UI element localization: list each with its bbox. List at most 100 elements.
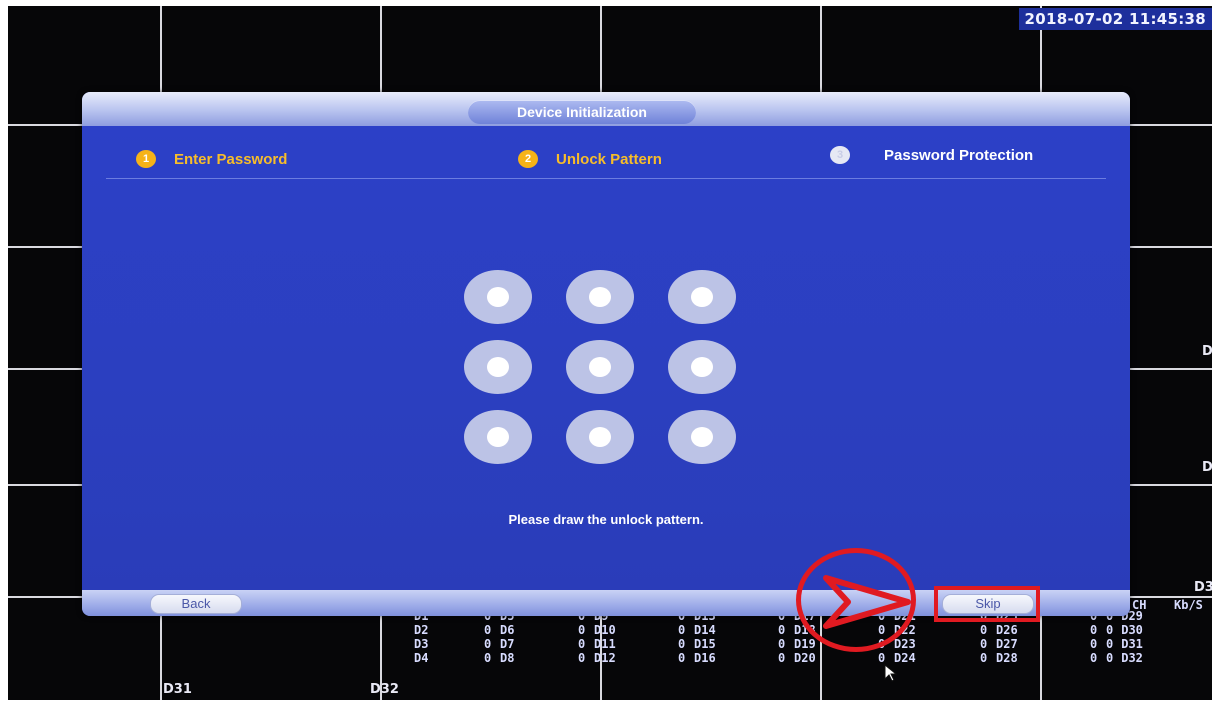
channel-stat: D11 (594, 638, 624, 650)
channel-id: D24 (894, 651, 916, 665)
stats-header-kbs: Kb/S (1174, 598, 1203, 612)
channel-stat: D4 (414, 652, 436, 664)
channel-id: D20 (794, 651, 816, 665)
step-number: 1 (136, 150, 156, 168)
channel-id: D30 (1121, 623, 1143, 637)
channel-stat: D10 (594, 624, 624, 636)
channel-id: D15 (694, 637, 716, 651)
step-number: 2 (518, 150, 538, 168)
channel-id: D23 (894, 637, 916, 651)
pattern-dot-center (691, 357, 713, 377)
pattern-dot-center (691, 427, 713, 447)
pattern-dot[interactable] (464, 270, 532, 324)
channel-bitrate: 0 (1090, 651, 1098, 665)
channel-stat: 0 D30 (1106, 624, 1151, 636)
channel-id: D4 (414, 651, 429, 665)
channel-stat: D28 (996, 652, 1026, 664)
channel-id: D26 (996, 623, 1018, 637)
channel-bitrate: 0 (1106, 651, 1114, 665)
channel-bitrate: 0 (878, 651, 886, 665)
pattern-dot[interactable] (566, 340, 634, 394)
pattern-dot[interactable] (464, 340, 532, 394)
channel-bitrate: 0 (484, 637, 492, 651)
channel-id: D27 (996, 637, 1018, 651)
channel-stat: D8 (500, 652, 522, 664)
pattern-instruction: Please draw the unlock pattern. (508, 512, 704, 527)
channel-id: D10 (594, 623, 616, 637)
channel-id: D6 (500, 623, 515, 637)
channel-id: D14 (694, 623, 716, 637)
step-unlock-pattern: 2 Unlock Pattern (518, 148, 662, 170)
channel-stat: D2 (414, 624, 436, 636)
channel-stat: D12 (594, 652, 624, 664)
unlock-pattern-grid[interactable] (464, 270, 742, 474)
camera-label: D (1202, 344, 1212, 359)
camera-label: D32 (370, 682, 399, 697)
pattern-dot[interactable] (668, 340, 736, 394)
channel-bitrate: 0 (678, 651, 686, 665)
dialog-header: Device Initialization (82, 92, 1130, 126)
pattern-dot-center (589, 357, 611, 377)
step-label: Password Protection (884, 146, 1034, 164)
channel-id: D31 (1121, 637, 1143, 651)
channel-bitrate: 0 (1090, 637, 1098, 651)
pattern-dot[interactable] (566, 270, 634, 324)
channel-bitrate: 0 (678, 623, 686, 637)
channel-stat: 0 D32 (1106, 652, 1151, 664)
pattern-dot-center (589, 427, 611, 447)
channel-stat: D14 (694, 624, 724, 636)
step-number: 3 (830, 146, 850, 164)
step-password-protection: 3 Password Protection (830, 144, 1033, 166)
camera-label: D3 (1194, 580, 1212, 595)
skip-highlight-box (934, 586, 1040, 622)
camera-label: D31 (163, 682, 192, 697)
step-divider (106, 178, 1106, 179)
mouse-pointer-icon (884, 663, 898, 687)
pattern-dot-center (487, 287, 509, 307)
channel-bitrate: 0 (980, 637, 988, 651)
pattern-dot-center (589, 287, 611, 307)
back-button[interactable]: Back (150, 594, 242, 614)
channel-bitrate: 0 (1090, 623, 1098, 637)
pattern-dot[interactable] (566, 410, 634, 464)
channel-stat: D15 (694, 638, 724, 650)
channel-bitrate: 0 (578, 651, 586, 665)
channel-stat: D20 (794, 652, 824, 664)
step-label: Unlock Pattern (556, 150, 662, 168)
channel-id: D7 (500, 637, 515, 651)
pattern-dot-center (487, 357, 509, 377)
channel-bitrate: 0 (778, 623, 786, 637)
channel-stat: D3 (414, 638, 436, 650)
dialog-title: Device Initialization (468, 100, 696, 124)
pattern-dot[interactable] (668, 410, 736, 464)
channel-stat: D26 (996, 624, 1026, 636)
channel-id: D8 (500, 651, 515, 665)
step-enter-password: 1 Enter Password (136, 148, 287, 170)
channel-id: D2 (414, 623, 429, 637)
channel-bitrate: 0 (980, 651, 988, 665)
channel-bitrate: 0 (484, 623, 492, 637)
channel-id: D16 (694, 651, 716, 665)
pattern-dot[interactable] (464, 410, 532, 464)
channel-bitrate: 0 (578, 623, 586, 637)
channel-stat: D16 (694, 652, 724, 664)
channel-bitrate: 0 (678, 637, 686, 651)
channel-stat: 0 D31 (1106, 638, 1151, 650)
channel-bitrate: 0 (778, 637, 786, 651)
channel-bitrate: 0 (778, 651, 786, 665)
red-arrow-icon (822, 574, 912, 635)
channel-bitrate: 0 (578, 637, 586, 651)
channel-stat: D7 (500, 638, 522, 650)
pattern-dot[interactable] (668, 270, 736, 324)
channel-stat: D23 (894, 638, 924, 650)
channel-bitrate: 0 (1106, 623, 1114, 637)
channel-id: D12 (594, 651, 616, 665)
channel-id: D19 (794, 637, 816, 651)
channel-bitrate: 0 (484, 651, 492, 665)
step-label: Enter Password (174, 150, 288, 168)
channel-bitrate: 0 (1106, 637, 1114, 651)
camera-label: D (1202, 460, 1212, 475)
channel-stat: D24 (894, 652, 924, 664)
channel-bitrate: 0 (980, 623, 988, 637)
timestamp: 2018-07-02 11:45:38 (1018, 8, 1212, 30)
